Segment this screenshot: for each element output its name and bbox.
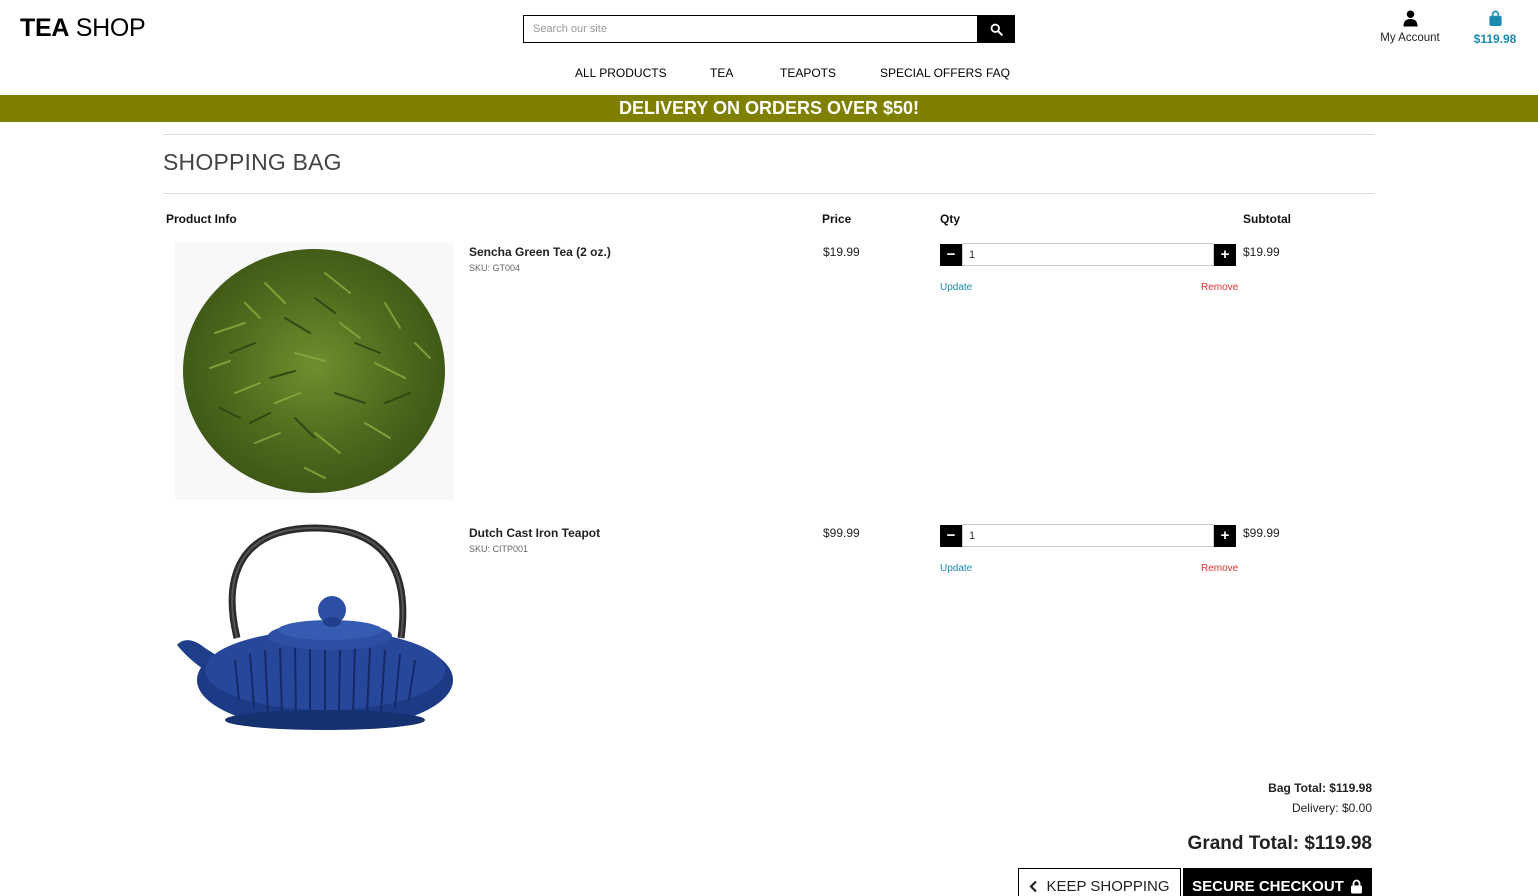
plus-icon: + <box>1220 246 1230 263</box>
search-bar <box>523 15 1015 43</box>
product-sku: SKU: CITP001 <box>469 544 529 554</box>
remove-link[interactable]: Remove <box>1201 563 1238 574</box>
grand-total: Grand Total: $119.98 <box>1187 833 1372 854</box>
nav-faq[interactable]: FAQ <box>986 66 1010 80</box>
chevron-left-icon <box>1029 880 1038 892</box>
page-title: SHOPPING BAG <box>163 149 342 175</box>
increment-qty-button[interactable]: + <box>1214 524 1236 547</box>
remove-link[interactable]: Remove <box>1201 282 1238 293</box>
logo-bold-text: TEA <box>20 14 70 42</box>
my-account-link[interactable]: My Account <box>1370 10 1450 44</box>
product-price: $19.99 <box>823 245 860 259</box>
tea-leaves-image <box>183 249 445 493</box>
plus-icon: + <box>1220 527 1230 544</box>
divider-title <box>163 193 1375 194</box>
keep-shopping-label: KEEP SHOPPING <box>1046 877 1170 895</box>
search-input[interactable] <box>523 15 977 43</box>
nav-all-products[interactable]: ALL PRODUCTS <box>575 66 667 80</box>
decrement-qty-button[interactable]: − <box>940 243 962 266</box>
delivery-cost: Delivery: $0.00 <box>1291 801 1372 815</box>
logo-text: SHOP <box>69 14 146 42</box>
update-link[interactable]: Update <box>940 282 972 293</box>
lock-icon <box>1350 879 1362 893</box>
shopping-bag-link[interactable]: $119.98 <box>1468 10 1522 46</box>
divider-top <box>163 134 1375 135</box>
teapot-image <box>177 524 453 730</box>
product-image-sencha-tea[interactable] <box>175 243 454 500</box>
header-subtotal: Subtotal <box>1243 212 1291 226</box>
product-name[interactable]: Dutch Cast Iron Teapot <box>469 526 600 540</box>
quantity-stepper: − + <box>940 243 1236 266</box>
decrement-qty-button[interactable]: − <box>940 524 962 547</box>
secure-checkout-button[interactable]: SECURE CHECKOUT <box>1183 868 1372 896</box>
bag-total-label: $119.98 <box>1473 32 1517 46</box>
header-price: Price <box>822 212 852 226</box>
minus-icon: − <box>946 527 956 544</box>
search-icon <box>990 23 1003 36</box>
my-account-label: My Account <box>1380 32 1440 44</box>
nav-teapots[interactable]: TEAPOTS <box>780 66 836 80</box>
product-name[interactable]: Sencha Green Tea (2 oz.) <box>469 245 611 259</box>
product-price: $99.99 <box>823 526 860 540</box>
increment-qty-button[interactable]: + <box>1214 243 1236 266</box>
nav-special-offers[interactable]: SPECIAL OFFERS <box>880 66 982 80</box>
product-subtotal: $99.99 <box>1243 526 1280 540</box>
secure-checkout-label: SECURE CHECKOUT <box>1192 877 1344 895</box>
product-image-cast-iron-teapot[interactable] <box>175 520 454 738</box>
quantity-input[interactable] <box>962 243 1214 266</box>
bag-total: Bag Total: $119.98 <box>1268 781 1372 795</box>
quantity-stepper: − + <box>940 524 1236 547</box>
header-product-info: Product Info <box>166 212 237 226</box>
quantity-input[interactable] <box>962 524 1214 547</box>
search-button[interactable] <box>977 15 1015 43</box>
delivery-banner: DELIVERY ON ORDERS OVER $50! <box>0 95 1538 122</box>
product-sku: SKU: GT004 <box>469 263 521 273</box>
shopping-bag-icon <box>1488 10 1502 26</box>
minus-icon: − <box>946 246 956 263</box>
update-link[interactable]: Update <box>940 563 972 574</box>
main-nav: ALL PRODUCTS TEA TEAPOTS SPECIAL OFFERS … <box>0 66 1538 82</box>
keep-shopping-button[interactable]: KEEP SHOPPING <box>1018 868 1181 896</box>
user-icon <box>1402 10 1418 27</box>
header-qty: Qty <box>940 212 961 226</box>
product-subtotal: $19.99 <box>1243 245 1280 259</box>
nav-tea[interactable]: TEA <box>710 66 733 80</box>
site-logo[interactable]: TEA SHOP <box>20 14 146 43</box>
